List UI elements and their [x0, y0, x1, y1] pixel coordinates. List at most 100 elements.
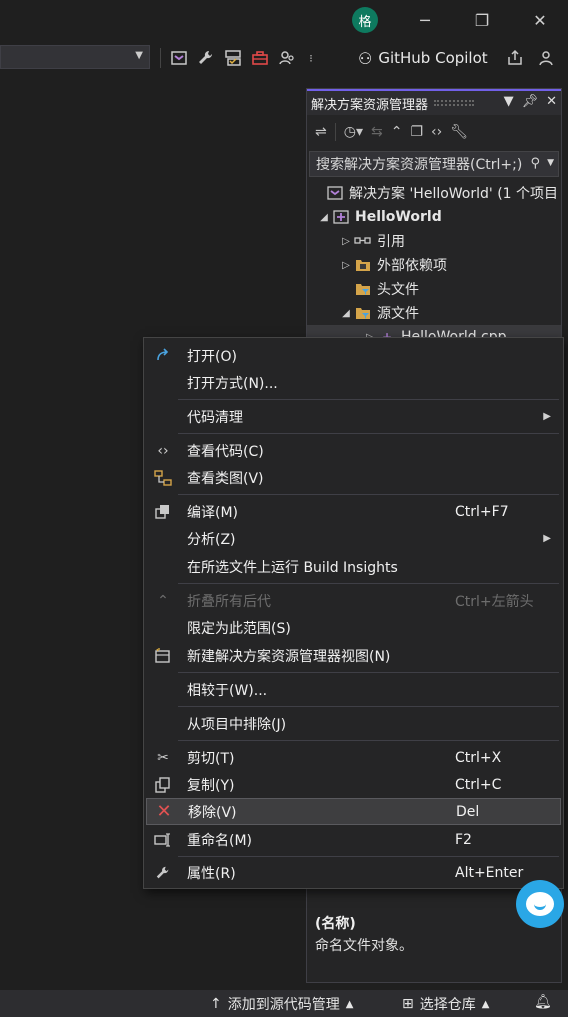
menu-shortcut: Ctrl+F7 — [455, 503, 509, 520]
menu-item-copy[interactable]: 复制(Y) Ctrl+C — [146, 771, 561, 798]
properties-wrench-icon[interactable]: 🔧︎ — [450, 124, 468, 140]
menu-item-view-class-diagram[interactable]: 查看类图(V) — [146, 464, 561, 491]
tree-expander[interactable]: ◢ — [339, 308, 353, 319]
tree-expander[interactable]: ▷ — [339, 236, 353, 247]
menu-shortcut: Del — [456, 803, 480, 820]
toolbox-icon[interactable] — [249, 47, 271, 69]
menu-separator — [178, 399, 559, 400]
drag-handle[interactable] — [434, 100, 475, 106]
class-diagram-icon — [152, 468, 174, 488]
context-menu: 打开(O) 打开方式(N)... 代码清理 ▶ ‹› 查看代码(C) 查看类图(… — [143, 337, 564, 889]
user-search-icon[interactable] — [276, 47, 298, 69]
show-all-files-icon[interactable]: ❐ — [410, 124, 423, 140]
menu-label: 相较于(W)... — [187, 682, 268, 699]
history-icon[interactable]: ◷▾ — [344, 124, 363, 140]
menu-separator — [178, 706, 559, 707]
menu-label: 剪切(T) — [187, 750, 235, 767]
menu-label: 重命名(M) — [187, 832, 253, 849]
tree-label: HelloWorld — [355, 209, 442, 225]
tree-label: 解决方案 'HelloWorld' (1 个项目 — [349, 186, 559, 202]
menu-item-remove[interactable]: ✕ 移除(V) Del — [146, 798, 561, 825]
tree-expander[interactable]: ▷ — [339, 260, 353, 271]
overflow-icon[interactable]: ⁝ — [300, 47, 322, 69]
chevron-up-icon: ▲ — [481, 998, 490, 1010]
tree-item-solution[interactable]: 解决方案 'HelloWorld' (1 个项目 — [307, 181, 561, 205]
tree-item-external-deps[interactable]: ▷ 外部依赖项 — [307, 253, 561, 277]
menu-label: 打开(O) — [187, 348, 237, 365]
main-toolbar: ▼ ⁝ ⚇ GitHub Copilot — [0, 42, 568, 74]
project-icon[interactable] — [168, 47, 190, 69]
search-placeholder: 搜索解决方案资源管理器(Ctrl+;) — [316, 157, 523, 173]
menu-label: 新建解决方案资源管理器视图(N) — [187, 648, 391, 665]
search-icon[interactable]: ⚲ — [530, 156, 540, 171]
minimize-button[interactable]: ─ — [415, 10, 435, 30]
github-copilot-button[interactable]: ⚇ GitHub Copilot — [358, 46, 488, 70]
select-repository-button[interactable]: ⊞ 选择仓库 ▲ — [402, 994, 489, 1014]
menu-item-rename[interactable]: 重命名(M) F2 — [146, 826, 561, 853]
menu-item-collapse-descendants: ⌃ 折叠所有后代 Ctrl+左箭头 — [146, 587, 561, 614]
close-icon[interactable]: ✕ — [546, 94, 557, 109]
back-forward-icon[interactable]: ⇆ — [371, 124, 383, 140]
tree-item-source-files[interactable]: ◢ 源文件 — [307, 301, 561, 325]
menu-item-analyze[interactable]: 分析(Z) ▶ — [146, 525, 561, 552]
rename-icon — [152, 830, 174, 850]
external-deps-icon — [353, 256, 373, 274]
menu-label: 在所选文件上运行 Build Insights — [187, 559, 398, 576]
cut-icon: ✂ — [157, 749, 169, 766]
menu-label: 查看类图(V) — [187, 470, 264, 487]
menu-item-open-with[interactable]: 打开方式(N)... — [146, 369, 561, 396]
wrench-icon[interactable] — [195, 47, 217, 69]
menu-item-exclude-from-project[interactable]: 从项目中排除(J) — [146, 710, 561, 737]
menu-label: 代码清理 — [187, 409, 243, 426]
tree-label: 源文件 — [377, 306, 419, 322]
wrench-icon — [152, 863, 174, 883]
tree-item-project[interactable]: ◢ HelloWorld — [307, 205, 561, 229]
submenu-arrow-icon: ▶ — [543, 533, 551, 544]
copilot-label: GitHub Copilot — [378, 49, 488, 67]
user-avatar[interactable]: 格 — [352, 7, 378, 33]
menu-item-code-cleanup[interactable]: 代码清理 ▶ — [146, 403, 561, 430]
tree-label: 头文件 — [377, 282, 419, 298]
menu-label: 属性(R) — [187, 865, 236, 882]
pin-icon[interactable]: 📌︎ — [522, 94, 539, 109]
status-bar: ↑ 添加到源代码管理 ▲ ⊞ 选择仓库 ▲ 🔔︎ — [0, 990, 568, 1017]
menu-item-new-explorer-view[interactable]: 新建解决方案资源管理器视图(N) — [146, 642, 561, 669]
open-icon — [152, 346, 174, 366]
menu-label: 查看代码(C) — [187, 443, 264, 460]
menu-item-view-code[interactable]: ‹› 查看代码(C) — [146, 437, 561, 464]
panel-toolbar: ⇌ ◷▾ ⇆ ⌃ ❐ ‹› 🔧︎ — [307, 117, 561, 147]
menu-label: 折叠所有后代 — [187, 593, 271, 610]
close-window-button[interactable]: ✕ — [530, 10, 550, 30]
menu-item-open[interactable]: 打开(O) — [146, 342, 561, 369]
add-source-control-button[interactable]: ↑ 添加到源代码管理 ▲ — [210, 994, 353, 1014]
menu-shortcut: Ctrl+左箭头 — [455, 593, 534, 610]
collapse-all-icon[interactable]: ⌃ — [391, 124, 403, 140]
menu-shortcut: Ctrl+X — [455, 749, 502, 766]
menu-item-properties[interactable]: 属性(R) Alt+Enter — [146, 859, 561, 886]
share-icon[interactable] — [504, 47, 526, 69]
chevron-down-icon[interactable]: ▼ — [547, 158, 554, 168]
panel-header: 解决方案资源管理器 ▼ 📌︎ ✕ — [307, 89, 561, 115]
menu-item-cut[interactable]: ✂ 剪切(T) Ctrl+X — [146, 744, 561, 771]
project-icon — [331, 208, 351, 226]
view-code-icon[interactable]: ‹› — [431, 124, 442, 140]
code-icon: ‹› — [157, 442, 169, 459]
property-description: 命名文件对象。 — [315, 938, 413, 954]
menu-item-scope-to-this[interactable]: 限定为此范围(S) — [146, 614, 561, 641]
menu-item-build-insights[interactable]: 在所选文件上运行 Build Insights — [146, 553, 561, 580]
notifications-icon[interactable]: 🔔︎ — [534, 994, 552, 1010]
tree-item-references[interactable]: ▷ 引用 — [307, 229, 561, 253]
menu-item-compare-with[interactable]: 相较于(W)... — [146, 676, 561, 703]
restore-button[interactable]: ❐ — [472, 10, 492, 30]
menu-item-compile[interactable]: 编译(M) Ctrl+F7 — [146, 498, 561, 525]
dropdown-icon[interactable]: ▼ — [504, 94, 514, 109]
configuration-combo[interactable]: ▼ — [0, 45, 150, 69]
menu-label: 打开方式(N)... — [187, 375, 278, 392]
tree-item-header-files[interactable]: 头文件 — [307, 277, 561, 301]
feedback-icon[interactable] — [535, 47, 557, 69]
chat-bubble-icon[interactable] — [516, 880, 564, 928]
tree-expander[interactable]: ◢ — [317, 212, 331, 223]
search-input[interactable]: 搜索解决方案资源管理器(Ctrl+;) ⚲ ▼ — [309, 151, 559, 177]
sync-icon[interactable]: ⇌ — [315, 124, 327, 140]
task-icon[interactable] — [222, 47, 244, 69]
